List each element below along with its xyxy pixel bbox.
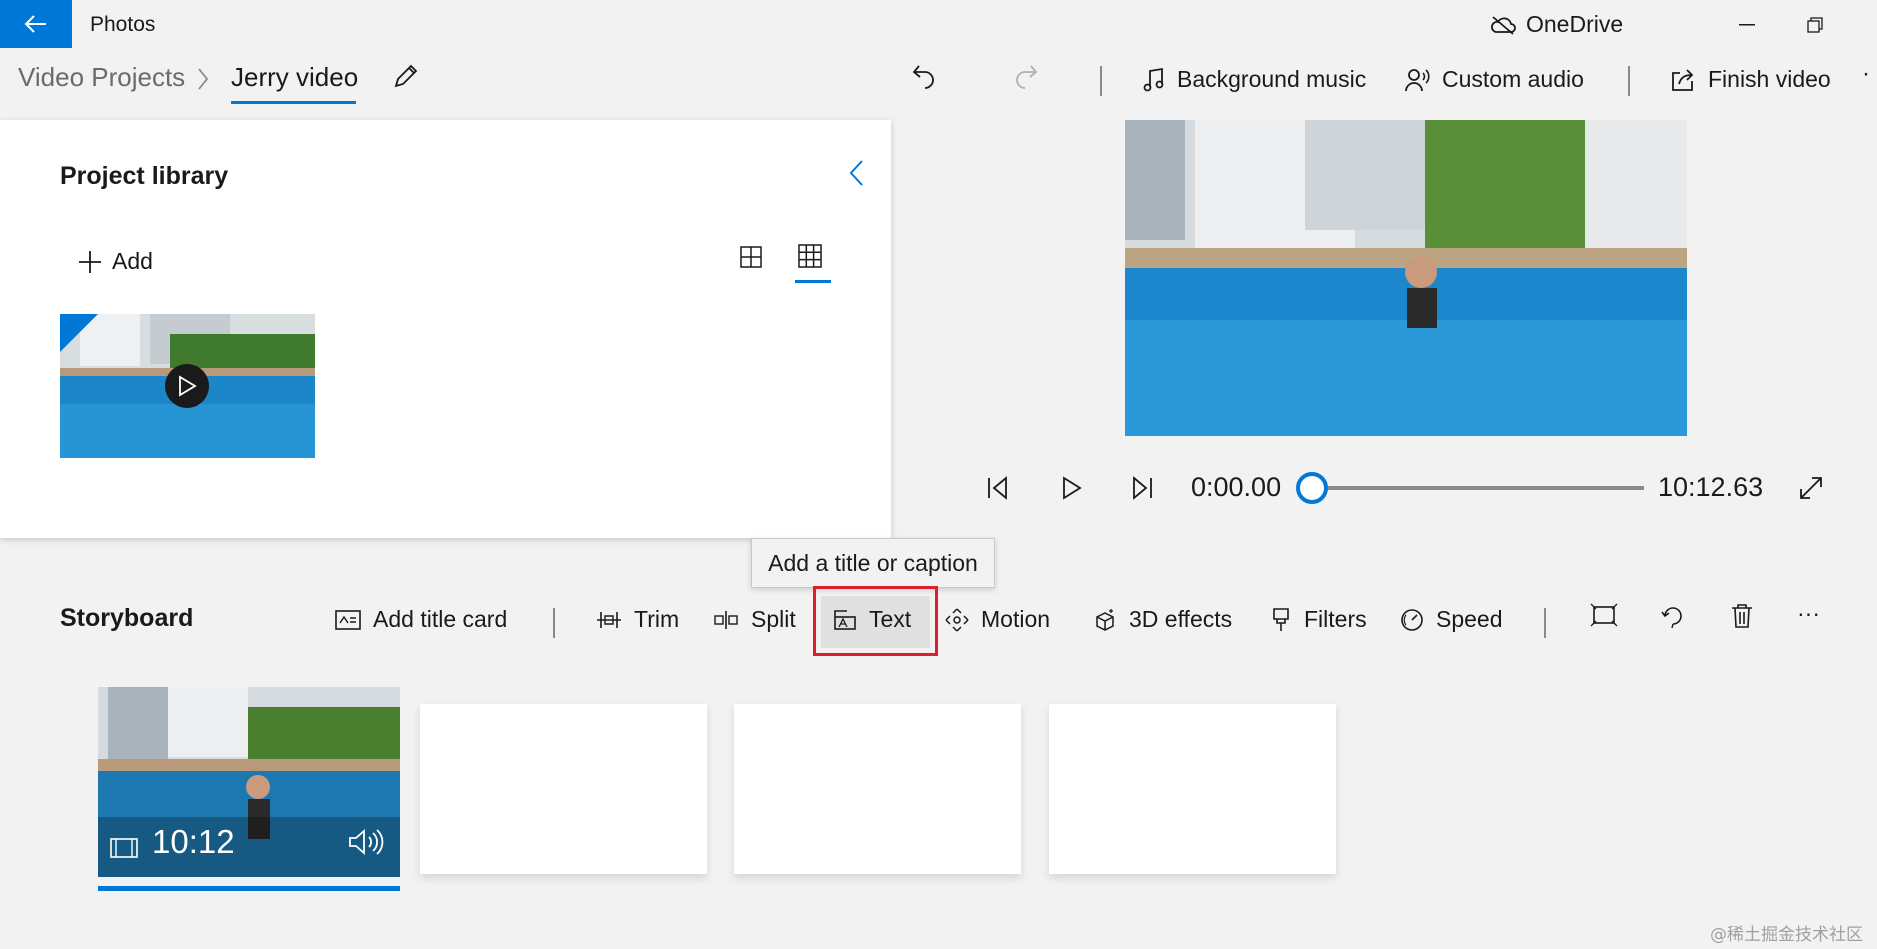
trim-label: Trim xyxy=(634,606,680,632)
watermark: @稀土掘金技术社区 xyxy=(1710,925,1863,945)
restore-button[interactable] xyxy=(1800,10,1830,40)
motion-button[interactable]: Motion xyxy=(945,606,1050,633)
project-library-panel: Project library Add xyxy=(0,120,891,538)
add-title-card-button[interactable]: Add title card xyxy=(335,606,507,633)
toolbar-more-button[interactable]: · xyxy=(1862,60,1870,88)
custom-audio-button[interactable]: Custom audio xyxy=(1404,66,1584,93)
background-music-button[interactable]: Background music xyxy=(1143,66,1366,93)
text-button-highlight xyxy=(813,586,938,656)
plus-icon xyxy=(79,250,101,273)
breadcrumb-current-project[interactable]: Jerry video xyxy=(231,62,358,93)
onedrive-label: OneDrive xyxy=(1526,11,1624,37)
current-time: 0:00.00 xyxy=(1191,472,1282,502)
cloud-off-icon xyxy=(1491,15,1516,35)
rotate-icon[interactable] xyxy=(1660,603,1686,629)
minimize-icon xyxy=(1739,24,1755,26)
speed-button[interactable]: Speed xyxy=(1400,606,1503,633)
finish-video-label: Finish video xyxy=(1708,66,1831,92)
background-music-label: Background music xyxy=(1177,66,1367,92)
paintbrush-filter-icon xyxy=(1273,607,1289,631)
grid-view-selected-indicator xyxy=(795,280,831,283)
trim-button[interactable]: Trim xyxy=(596,606,679,633)
breadcrumb-video-projects[interactable]: Video Projects xyxy=(18,62,185,93)
storyboard-divider xyxy=(553,608,555,638)
play-preview-icon[interactable] xyxy=(1061,474,1083,502)
video-clip-icon xyxy=(110,838,138,858)
restore-icon xyxy=(1807,17,1823,33)
title-bar: Photos OneDrive xyxy=(0,0,1877,48)
speed-label: Speed xyxy=(1436,606,1503,632)
play-icon xyxy=(179,375,197,397)
breadcrumb-underline xyxy=(231,101,356,104)
custom-audio-label: Custom audio xyxy=(1442,66,1584,92)
volume-icon[interactable] xyxy=(348,827,384,857)
library-video-thumbnail[interactable] xyxy=(60,314,315,458)
seek-slider-track[interactable] xyxy=(1312,486,1644,490)
split-icon xyxy=(714,610,738,629)
add-title-card-label: Add title card xyxy=(373,606,508,632)
minimize-button[interactable] xyxy=(1732,10,1762,40)
resize-remove-black-bars-icon[interactable] xyxy=(1590,603,1618,627)
small-grid-view-icon[interactable] xyxy=(798,244,822,268)
split-button[interactable]: Split xyxy=(713,606,796,633)
back-button[interactable] xyxy=(0,0,72,48)
add-media-button[interactable]: Add xyxy=(78,248,153,275)
clip-duration: 10:12 xyxy=(152,823,235,860)
3d-cube-icon xyxy=(1096,608,1114,631)
person-audio-icon xyxy=(1405,68,1430,91)
collapse-chevron-left-icon[interactable] xyxy=(847,158,867,188)
total-time: 10:12.63 xyxy=(1658,472,1764,502)
music-note-icon xyxy=(1143,67,1164,91)
trash-delete-icon[interactable] xyxy=(1730,603,1754,629)
motion-icon xyxy=(945,607,969,632)
storyboard-clip[interactable]: 10:12 xyxy=(98,687,400,877)
seek-slider-thumb[interactable] xyxy=(1296,472,1328,504)
next-frame-icon[interactable] xyxy=(1131,474,1153,502)
video-preview xyxy=(1125,120,1687,436)
share-export-icon xyxy=(1672,68,1694,91)
empty-storyboard-slot xyxy=(420,704,707,874)
finish-video-button[interactable]: Finish video xyxy=(1670,66,1831,93)
app-title: Photos xyxy=(90,13,156,36)
clip-selected-indicator xyxy=(98,886,400,891)
empty-storyboard-slot xyxy=(734,704,1021,874)
selected-corner-marker xyxy=(60,314,98,352)
fullscreen-expand-icon[interactable] xyxy=(1797,474,1825,502)
undo-icon[interactable] xyxy=(910,62,938,90)
thumbnail-play-button[interactable] xyxy=(165,364,209,408)
3d-effects-button[interactable]: 3D effects xyxy=(1093,606,1232,633)
empty-storyboard-slot xyxy=(1049,704,1336,874)
tooltip: Add a title or caption xyxy=(751,538,995,588)
split-label: Split xyxy=(751,606,796,632)
storyboard-more-button[interactable]: ··· xyxy=(1797,600,1820,627)
storyboard-divider xyxy=(1544,608,1546,638)
back-arrow-icon xyxy=(24,15,46,33)
title-card-icon xyxy=(335,609,361,630)
speedometer-icon xyxy=(1401,608,1423,631)
storyboard-title: Storyboard xyxy=(60,604,194,632)
filters-button[interactable]: Filters xyxy=(1270,606,1367,633)
toolbar-divider xyxy=(1628,66,1630,96)
3d-effects-label: 3D effects xyxy=(1129,606,1233,632)
pool-scene-preview xyxy=(1125,120,1687,436)
redo-icon[interactable] xyxy=(1012,62,1040,90)
motion-label: Motion xyxy=(981,606,1051,632)
project-library-title: Project library xyxy=(60,162,229,190)
chevron-right-icon xyxy=(198,68,209,90)
large-grid-view-icon[interactable] xyxy=(740,246,762,268)
filters-label: Filters xyxy=(1304,606,1367,632)
toolbar-divider xyxy=(1100,66,1102,96)
previous-frame-icon[interactable] xyxy=(987,474,1009,502)
add-media-label: Add xyxy=(112,248,153,274)
edit-pencil-icon[interactable] xyxy=(392,62,420,90)
onedrive-button[interactable]: OneDrive xyxy=(1490,11,1623,38)
trim-icon xyxy=(597,611,621,628)
